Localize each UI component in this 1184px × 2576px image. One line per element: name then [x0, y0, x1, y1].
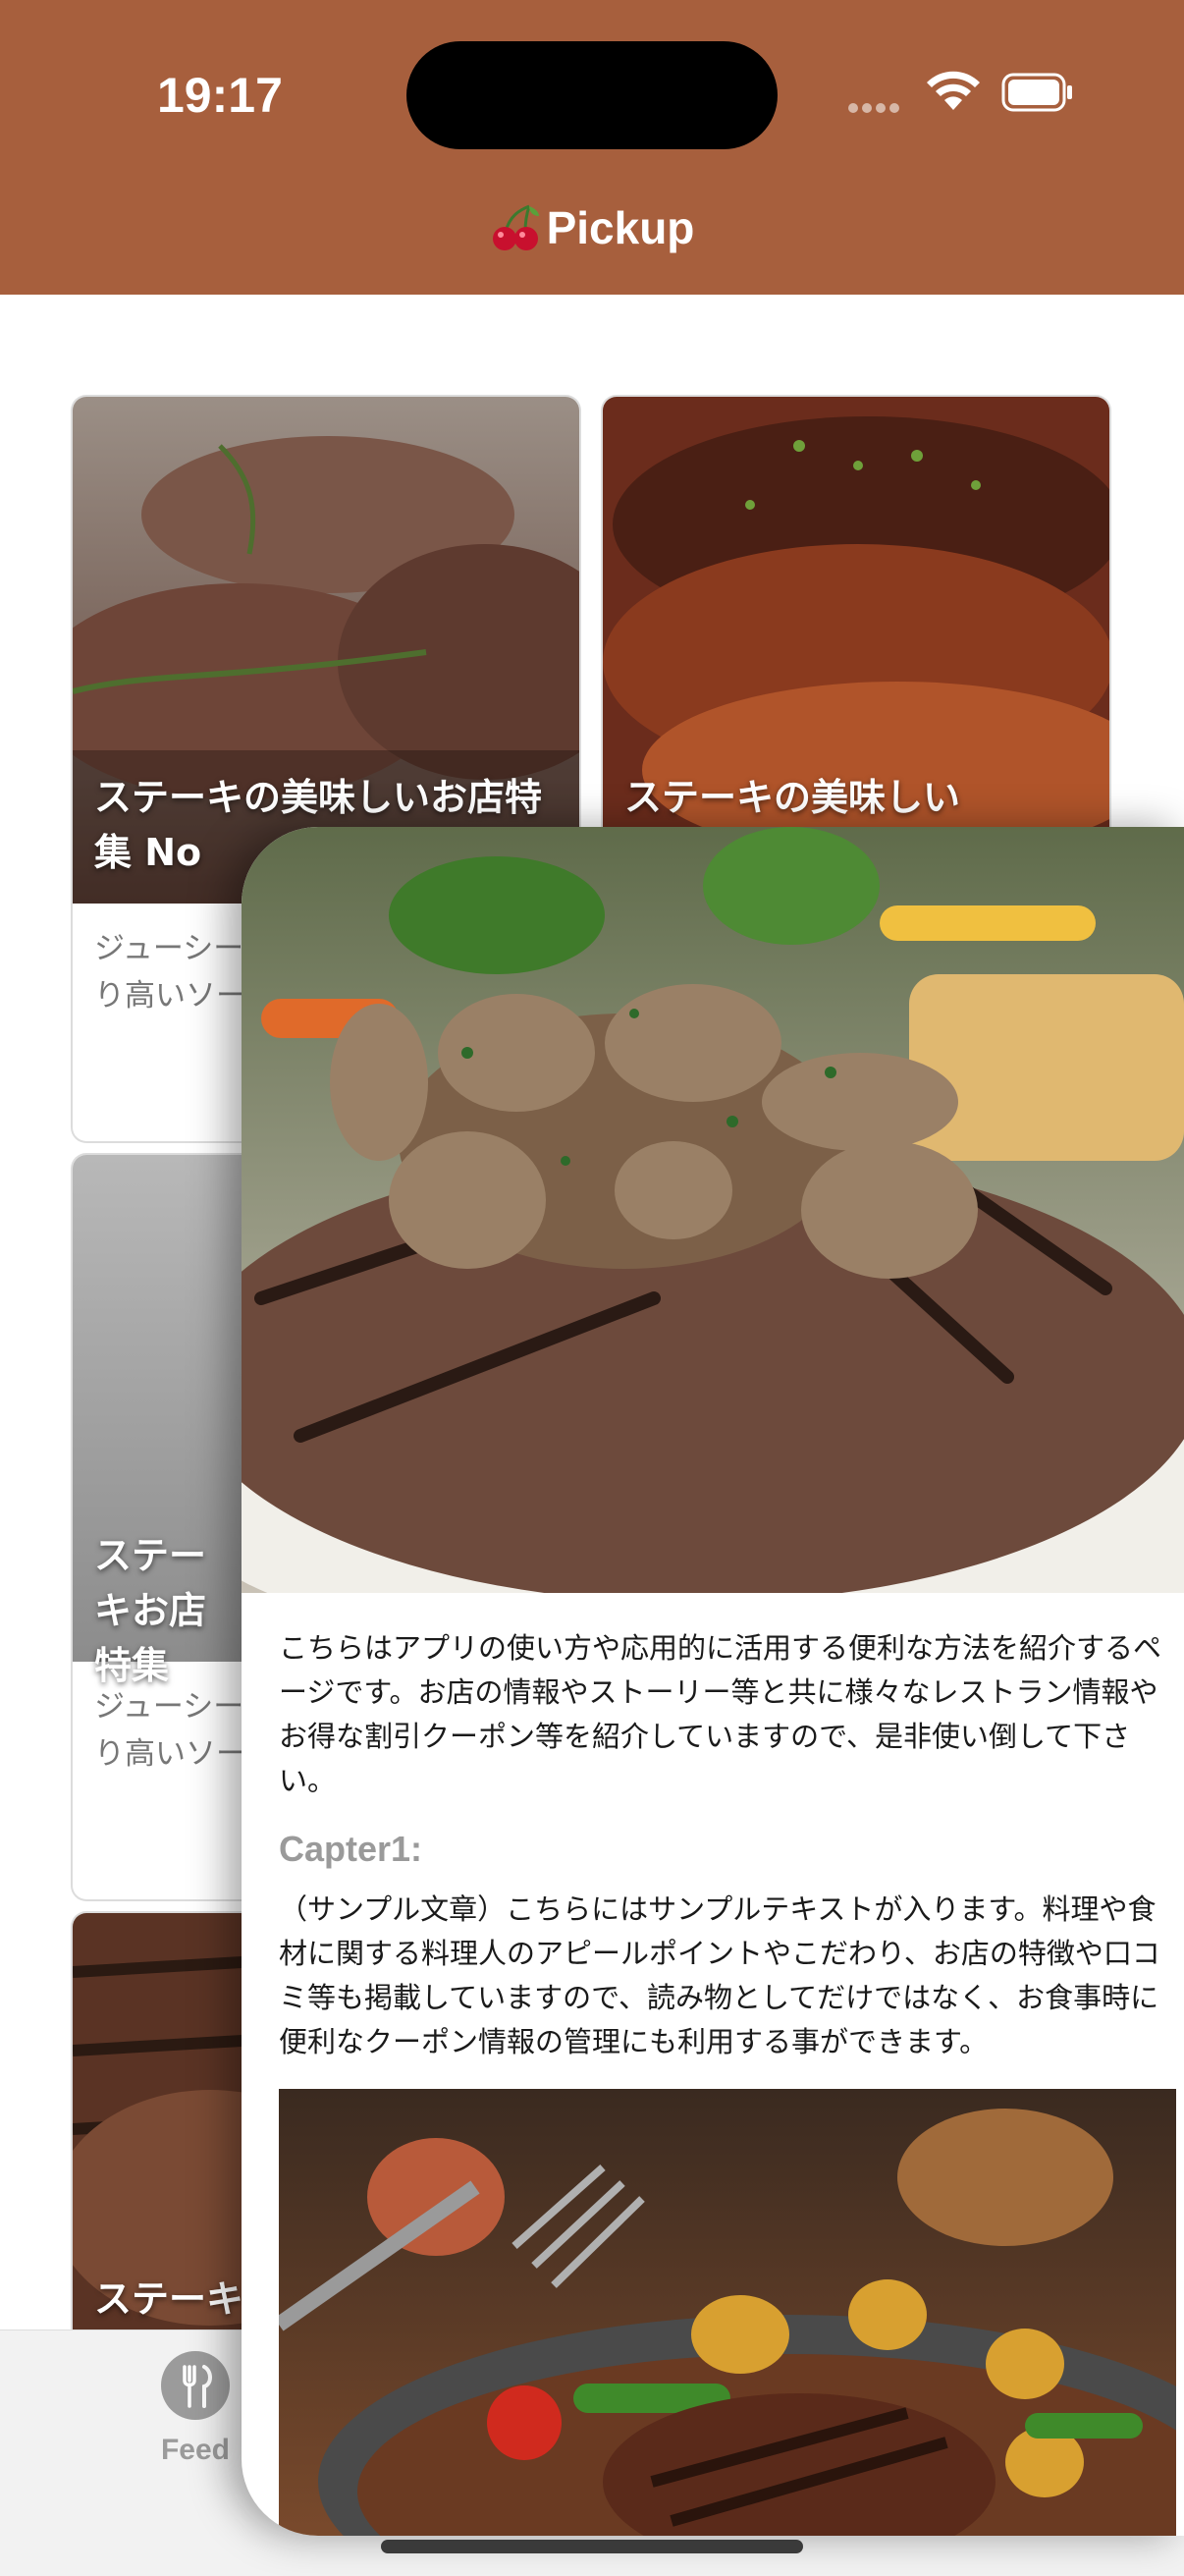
chapter-paragraph: （サンプル文章）こちらにはサンプルテキストが入ります。料理や食材に関する料理人の…	[279, 1892, 1160, 2058]
intro-paragraph: こちらはアプリの使い方や応用的に活用する便利な方法を紹介するページです。お店の情…	[279, 1631, 1162, 1797]
article-image	[279, 2089, 1176, 2536]
app-header: 19:17 Pickup	[0, 0, 1184, 295]
hero-image	[242, 827, 1184, 1593]
detail-sheet[interactable]: こちらはアプリの使い方や応用的に活用する便利な方法を紹介するページです。お店の情…	[242, 827, 1184, 2536]
cellular-signal-icon	[848, 98, 905, 113]
home-indicator[interactable]	[381, 2540, 803, 2553]
fork-knife-icon[interactable]	[161, 2351, 230, 2420]
wifi-icon	[927, 71, 980, 110]
battery-icon	[1001, 73, 1072, 112]
card-title: ステーキお店特集	[94, 1534, 207, 1687]
chapter-heading: Capter1:	[279, 1829, 423, 1869]
nav-title-text: Pickup	[546, 202, 695, 253]
card-title: ステーキの美味しい	[624, 776, 961, 819]
tab-feed[interactable]: Feed	[137, 2434, 253, 2467]
status-time: 19:17	[157, 68, 283, 123]
page-title: Pickup	[0, 201, 1184, 254]
cherry-icon	[492, 204, 539, 250]
feed-card[interactable]: ステーキの美味しい	[603, 397, 1109, 849]
dynamic-island	[406, 41, 778, 149]
